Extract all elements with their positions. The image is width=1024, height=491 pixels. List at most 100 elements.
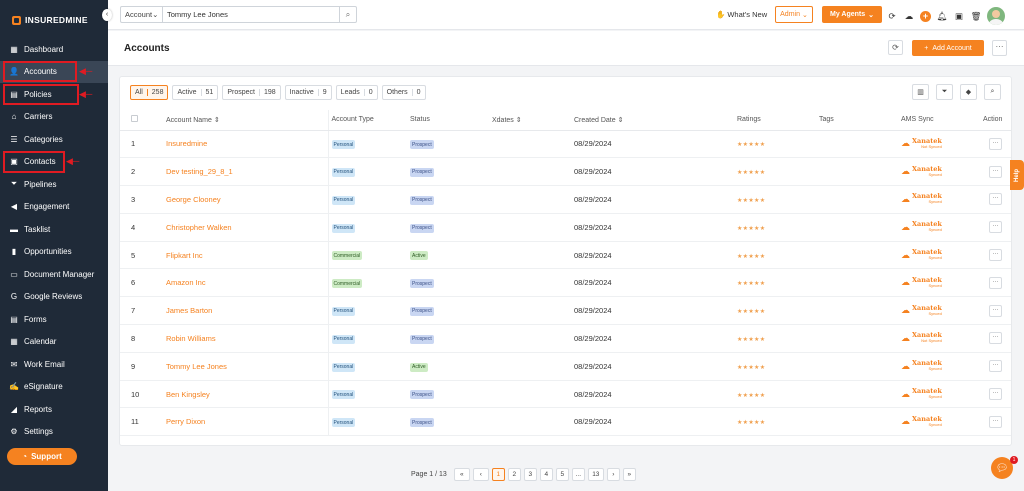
page-button[interactable]: 1	[491, 468, 505, 481]
account-name-cell[interactable]: Perry Dixon	[166, 407, 328, 437]
account-name-cell[interactable]: Insuredmine	[166, 130, 328, 159]
sidebar-item-esignature[interactable]: ✍ eSignature	[0, 376, 108, 399]
ratings-cell[interactable]: ★★★★★	[737, 241, 819, 270]
filter-chip-leads[interactable]: Leads 0	[335, 85, 378, 100]
row-actions-icon[interactable]: ···	[989, 249, 1002, 262]
star-rating-icon[interactable]: ★★★★★	[737, 337, 765, 343]
star-rating-icon[interactable]: ★★★★★	[737, 142, 765, 148]
page-button[interactable]: 13	[587, 468, 604, 481]
account-name-cell[interactable]: James Barton	[166, 296, 328, 326]
bell-icon[interactable]: 🔔︎	[936, 9, 948, 24]
columns-icon[interactable]: ▥	[912, 84, 929, 100]
ams-sync-cell[interactable]: ☁ Xanatek Synced	[901, 296, 983, 326]
ams-sync-cell[interactable]: ☁ Xanatek Synced	[901, 157, 983, 187]
sidebar-item-document-manager[interactable]: ▭ Document Manager	[0, 263, 108, 286]
table-row[interactable]: 7 James Barton Personal Prospect 08/29/2024 ★…	[120, 296, 1011, 326]
ams-sync-status[interactable]: ☁ Xanatek Synced	[901, 193, 942, 205]
filter-chip-inactive[interactable]: Inactive 9	[284, 85, 332, 100]
refresh-icon[interactable]: ⟳	[888, 40, 903, 55]
search-input[interactable]	[163, 7, 339, 22]
star-rating-icon[interactable]: ★★★★★	[737, 393, 765, 399]
row-actions-icon[interactable]: ···	[989, 332, 1002, 345]
row-actions-icon[interactable]: ···	[989, 193, 1002, 206]
account-name-cell[interactable]: Christopher Walken	[166, 213, 328, 242]
account-name-cell[interactable]: Tommy Lee Jones	[166, 352, 328, 381]
ams-sync-status[interactable]: ☁ Xanatek Synced	[901, 221, 942, 233]
col-xdates[interactable]: Xdates ⇕	[492, 110, 574, 131]
star-rating-icon[interactable]: ★★★★★	[737, 281, 765, 287]
select-all-checkbox[interactable]	[131, 115, 138, 123]
page-button[interactable]: 2	[507, 468, 521, 481]
cloud-icon[interactable]: ☁	[903, 9, 915, 24]
table-row[interactable]: 6 Amazon Inc Commercial Prospect 08/29/2024 ★…	[120, 268, 1011, 298]
ams-sync-cell[interactable]: ☁ Xanatek Synced	[901, 213, 983, 242]
ams-sync-status[interactable]: ☁ Xanatek Synced	[901, 360, 942, 372]
account-name-link[interactable]: James Barton	[166, 306, 212, 315]
sidebar-item-categories[interactable]: ☰ Categories	[0, 128, 108, 151]
ams-sync-cell[interactable]: ☁ Xanatek Not Synced	[901, 324, 983, 353]
page-button[interactable]: 3	[523, 468, 537, 481]
ratings-cell[interactable]: ★★★★★	[737, 157, 819, 187]
ratings-cell[interactable]: ★★★★★	[737, 185, 819, 214]
help-tab[interactable]: Help	[1010, 160, 1024, 190]
account-name-link[interactable]: Perry Dixon	[166, 417, 205, 426]
row-actions-icon[interactable]: ···	[989, 388, 1002, 401]
ams-sync-status[interactable]: ☁ Xanatek Synced	[901, 165, 942, 178]
ratings-cell[interactable]: ★★★★★	[737, 296, 819, 326]
star-rating-icon[interactable]: ★★★★★	[737, 170, 765, 176]
table-row[interactable]: 3 George Clooney Personal Prospect 08/29/202…	[120, 185, 1011, 214]
ratings-cell[interactable]: ★★★★★	[737, 213, 819, 242]
page-button[interactable]: 5	[555, 468, 569, 481]
tag-icon[interactable]: ◆	[960, 84, 977, 100]
ams-sync-cell[interactable]: ☁ Xanatek Synced	[901, 241, 983, 270]
account-name-cell[interactable]: Amazon Inc	[166, 268, 328, 298]
chevron-left-icon[interactable]: ‹	[102, 9, 112, 21]
account-name-cell[interactable]: Dev testing_29_8_1	[166, 157, 328, 187]
sidebar-item-engagement[interactable]: ◀ Engagement	[0, 196, 108, 219]
account-name-cell[interactable]: George Clooney	[166, 185, 328, 214]
sidebar-item-tasklist[interactable]: ▬ Tasklist	[0, 218, 108, 241]
table-row[interactable]: 8 Robin Williams Personal Prospect 08/29/202…	[120, 324, 1011, 353]
ams-sync-status[interactable]: ☁ Xanatek Synced	[901, 388, 942, 400]
table-row[interactable]: 11 Perry Dixon Personal Prospect 08/29/2024 ★…	[120, 407, 1011, 437]
quick-add-icon[interactable]: +	[920, 10, 931, 22]
filter-chip-prospect[interactable]: Prospect 198	[222, 85, 281, 100]
sidebar-item-reports[interactable]: ◢ Reports	[0, 398, 108, 421]
ams-sync-cell[interactable]: ☁ Xanatek Synced	[901, 185, 983, 214]
col-account-name[interactable]: Account Name ⇕	[166, 110, 328, 131]
star-rating-icon[interactable]: ★★★★★	[737, 198, 765, 204]
filter-icon[interactable]: ⏷	[936, 84, 953, 100]
whats-new-link[interactable]: ✋ What's New	[716, 10, 767, 19]
first-page-icon[interactable]: «	[453, 468, 470, 481]
star-rating-icon[interactable]: ★★★★★	[737, 226, 765, 232]
table-row[interactable]: 4 Christopher Walken Personal Prospect 08/29…	[120, 213, 1011, 242]
star-rating-icon[interactable]: ★★★★★	[737, 420, 765, 426]
ratings-cell[interactable]: ★★★★★	[737, 268, 819, 298]
ams-sync-cell[interactable]: ☁ Xanatek Synced	[901, 407, 983, 437]
table-row[interactable]: 2 Dev testing_29_8_1 Personal Prospect 08/29…	[120, 157, 1011, 187]
row-actions-icon[interactable]: ···	[989, 137, 1002, 150]
account-name-link[interactable]: Dev testing_29_8_1	[166, 167, 233, 176]
account-name-link[interactable]: Flipkart Inc	[166, 251, 203, 260]
ams-sync-status[interactable]: ☁ Xanatek Not Synced	[901, 332, 942, 344]
account-name-link[interactable]: Tommy Lee Jones	[166, 362, 227, 371]
add-account-button[interactable]: + Add Account	[912, 40, 984, 56]
filter-chip-others[interactable]: Others 0	[381, 85, 426, 100]
account-name-cell[interactable]: Ben Kingsley	[166, 380, 328, 409]
ratings-cell[interactable]: ★★★★★	[737, 130, 819, 159]
ratings-cell[interactable]: ★★★★★	[737, 324, 819, 353]
star-rating-icon[interactable]: ★★★★★	[737, 365, 765, 371]
star-rating-icon[interactable]: ★★★★★	[737, 309, 765, 315]
ams-sync-cell[interactable]: ☁ Xanatek Not Synced	[901, 130, 983, 159]
star-rating-icon[interactable]: ★★★★★	[737, 254, 765, 260]
sync-icon[interactable]: ⟳	[886, 9, 898, 24]
ratings-cell[interactable]: ★★★★★	[737, 380, 819, 409]
search-icon[interactable]: ⌕	[339, 7, 356, 22]
next-page-icon[interactable]: ›	[606, 468, 620, 481]
page-button[interactable]: 4	[539, 468, 553, 481]
account-name-link[interactable]: Amazon Inc	[166, 278, 206, 287]
logo[interactable]: INSUREDMINE	[0, 0, 108, 30]
ams-sync-status[interactable]: ☁ Xanatek Synced	[901, 416, 942, 428]
row-actions-icon[interactable]: ···	[989, 360, 1002, 373]
row-actions-icon[interactable]: ···	[989, 276, 1002, 289]
